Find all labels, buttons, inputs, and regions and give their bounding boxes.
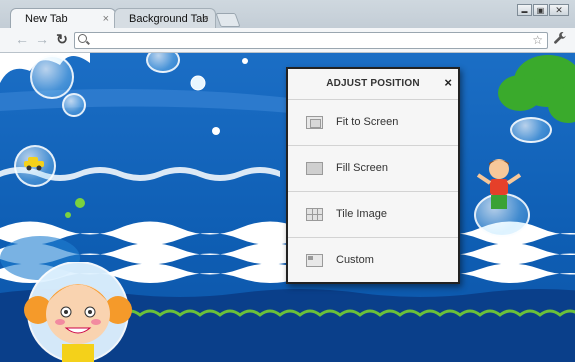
new-tab-page: ADJUST POSITION × Fit to Screen Fill Scr… (0, 53, 575, 362)
custom-position-icon (306, 254, 323, 267)
panel-header: ADJUST POSITION × (288, 69, 458, 100)
browser-window: New Tab × Background Tab × ▬ ▣ ✕ ← → ↻ ☆ (0, 0, 575, 362)
reload-icon: ↻ (56, 31, 68, 47)
tab-close-icon[interactable]: × (103, 9, 109, 29)
forward-arrow-icon: → (35, 31, 49, 47)
tab-close-icon[interactable]: × (203, 9, 209, 29)
car-illustration (24, 157, 44, 171)
back-button[interactable]: ← (14, 31, 30, 47)
boy-character-illustration (476, 159, 522, 209)
option-label: Fit to Screen (336, 116, 399, 128)
tab-background-tab[interactable]: Background Tab × (114, 8, 216, 28)
back-arrow-icon: ← (15, 31, 29, 47)
girl-character-illustration (24, 262, 132, 362)
option-label: Tile Image (336, 208, 387, 220)
option-tile-image[interactable]: Tile Image (288, 192, 458, 238)
forward-button[interactable]: → (34, 31, 50, 47)
option-label: Fill Screen (336, 162, 388, 174)
address-bar[interactable]: ☆ (74, 32, 548, 49)
new-tab-button[interactable] (215, 13, 241, 27)
tile-image-icon (306, 208, 323, 221)
panel-title: ADJUST POSITION (326, 78, 420, 89)
restore-icon: ▣ (536, 6, 545, 15)
bookmark-star-icon[interactable]: ☆ (532, 33, 543, 48)
tab-label: New Tab (25, 13, 68, 25)
wrench-menu-button[interactable] (552, 31, 568, 47)
close-window-button[interactable]: ✕ (549, 4, 569, 16)
search-icon (78, 34, 87, 43)
minimize-button[interactable]: ▬ (517, 4, 532, 16)
wrench-icon (554, 32, 566, 44)
option-fit-to-screen[interactable]: Fit to Screen (288, 100, 458, 146)
toolbar: ← → ↻ ☆ (0, 28, 575, 53)
panel-close-icon[interactable]: × (444, 75, 452, 90)
fit-to-screen-icon (306, 116, 323, 129)
reload-button[interactable]: ↻ (54, 31, 70, 47)
adjust-position-panel: ADJUST POSITION × Fit to Screen Fill Scr… (286, 67, 460, 284)
bubble-cat (510, 117, 552, 143)
bubble-small (62, 93, 86, 117)
minimize-icon: ▬ (521, 9, 528, 15)
tab-strip: New Tab × Background Tab × ▬ ▣ ✕ (0, 0, 575, 28)
option-fill-screen[interactable]: Fill Screen (288, 146, 458, 192)
tab-label: Background Tab (129, 13, 209, 25)
close-icon: ✕ (555, 5, 563, 15)
option-custom[interactable]: Custom (288, 238, 458, 284)
restore-button[interactable]: ▣ (533, 4, 548, 16)
bubble-robot (30, 55, 74, 99)
fill-screen-icon (306, 162, 323, 175)
tab-new-tab[interactable]: New Tab × (10, 8, 116, 28)
option-label: Custom (336, 254, 374, 266)
